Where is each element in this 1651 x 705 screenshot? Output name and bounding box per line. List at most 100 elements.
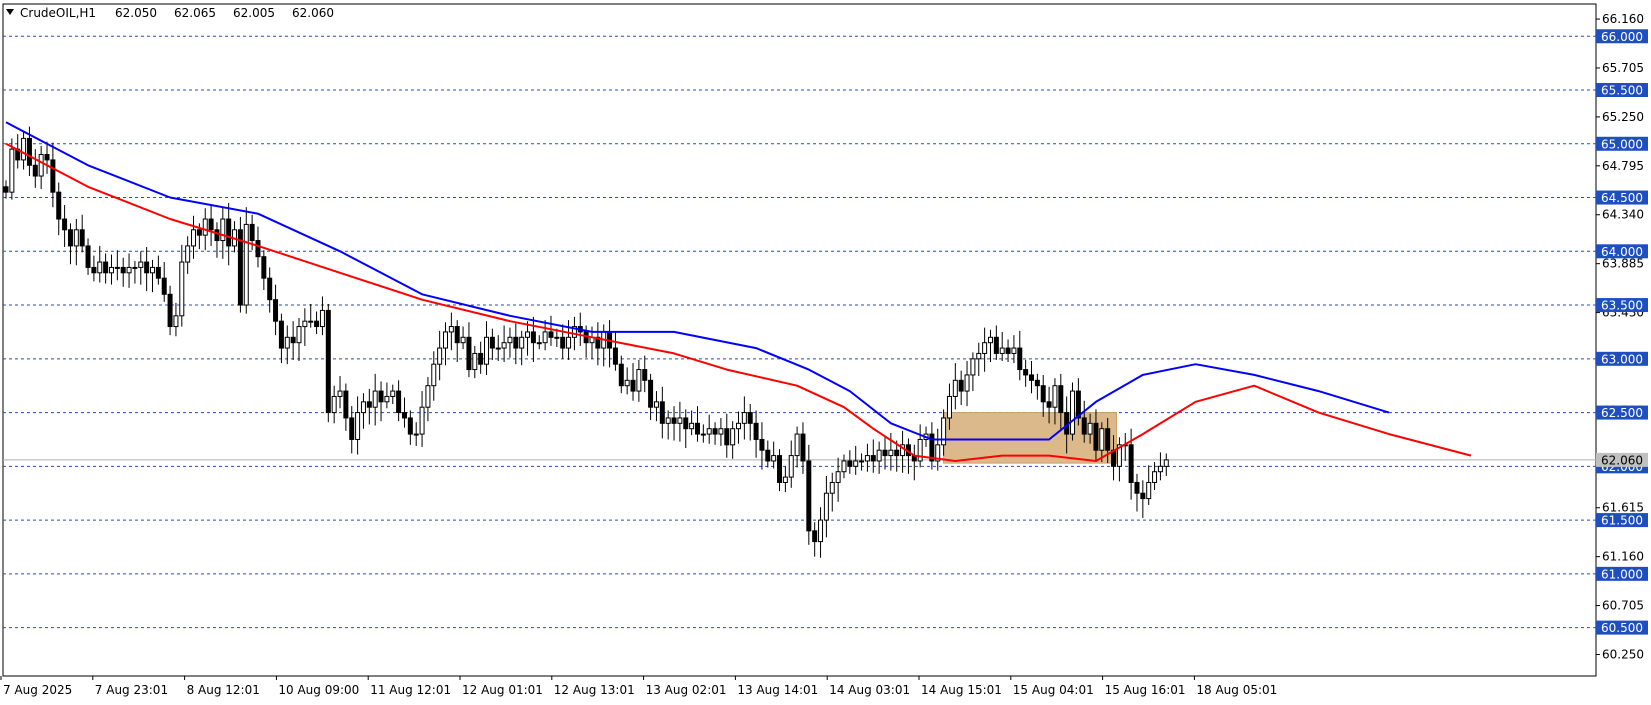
bull-candle-body (284, 336, 290, 349)
time-axis: 7 Aug 2025 7 Aug 23:01 8 Aug 12:01 10 Aug 0… (0, 676, 1277, 697)
bull-candle-body (108, 266, 114, 274)
bull-candle-body (472, 352, 478, 371)
bear-candle-body (466, 336, 472, 371)
bull-candle-body (829, 481, 835, 494)
bear-candle-body (548, 331, 554, 338)
bear-candle-body (407, 417, 413, 435)
bear-candle-body (1046, 401, 1052, 408)
bear-candle-body (1029, 374, 1034, 381)
x-tick-label: 18 Aug 05:01 (1196, 683, 1277, 697)
bull-candle-body (360, 401, 366, 414)
bull-candle-body (741, 412, 747, 424)
bear-candle-body (1017, 347, 1023, 371)
bear-candle-body (214, 229, 220, 242)
bear-candle-body (366, 401, 372, 408)
ohlc-open: 62.050 (115, 6, 157, 20)
bear-candle-body (167, 293, 173, 328)
y-tick-label: 66.160 (1602, 12, 1644, 26)
bull-candle-body (835, 471, 841, 483)
bull-candle-body (73, 229, 79, 247)
bull-candle-body (1152, 471, 1158, 483)
level-label-text: 61.000 (1601, 567, 1643, 581)
bear-candle-body (267, 277, 273, 301)
level-price-label: 63.000 (1596, 351, 1648, 366)
bull-candle-body (653, 401, 659, 408)
bull-candle-body (970, 358, 976, 376)
bear-candle-body (349, 417, 355, 440)
bear-candle-body (1023, 369, 1029, 376)
bear-candle-body (249, 223, 255, 242)
bear-candle-body (290, 336, 296, 344)
level-price-label: 60.500 (1596, 620, 1648, 635)
bull-candle-body (823, 492, 829, 521)
level-price-label: 66.000 (1596, 29, 1648, 44)
bull-candle-body (1157, 465, 1163, 473)
bull-candle-body (665, 417, 671, 424)
bull-candle-body (460, 336, 466, 344)
bear-candle-body (724, 428, 730, 446)
x-tick-label: 8 Aug 12:01 (187, 683, 260, 697)
bull-candle-body (700, 433, 706, 436)
bull-candle-body (794, 433, 800, 457)
level-price-label: 65.500 (1596, 83, 1648, 98)
bull-candle-body (519, 336, 525, 349)
bull-candle-body (495, 347, 501, 350)
bull-candle-body (114, 266, 120, 269)
bull-candle-body (138, 261, 144, 268)
bear-candle-body (50, 159, 56, 193)
bull-candle-body (243, 223, 249, 306)
bull-candle-body (507, 336, 513, 344)
level-label-text: 62.500 (1601, 406, 1643, 420)
ohlc-close: 62.060 (292, 6, 334, 20)
level-label-text: 63.000 (1601, 352, 1643, 366)
bear-candle-body (155, 266, 161, 279)
bull-candle-body (1146, 481, 1152, 500)
bear-candle-body (812, 530, 818, 543)
level-price-label: 61.000 (1596, 566, 1648, 581)
bull-candle-body (38, 154, 44, 177)
level-price-label: 64.500 (1596, 190, 1648, 205)
bull-candle-body (425, 385, 431, 408)
bear-candle-body (85, 245, 91, 268)
bull-candle-body (1099, 428, 1105, 451)
bull-candle-body (964, 374, 970, 392)
bear-candle-body (79, 229, 85, 247)
bull-candle-body (9, 148, 15, 193)
bear-candle-body (196, 229, 202, 236)
bull-candle-body (952, 379, 958, 397)
bear-candle-body (894, 449, 900, 457)
bear-candle-body (958, 379, 964, 392)
bear-candle-body (396, 390, 402, 414)
bull-candle-body (413, 433, 419, 436)
bear-candle-body (747, 412, 753, 424)
bull-candle-body (982, 342, 988, 354)
bull-candle-body (331, 395, 337, 414)
bull-candle-body (202, 218, 208, 236)
bull-candle-body (302, 320, 308, 328)
bear-candle-body (659, 401, 665, 424)
bear-candle-body (882, 449, 888, 457)
bear-candle-body (26, 137, 32, 166)
bull-candle-body (1011, 347, 1017, 354)
x-tick-label: 13 Aug 02:01 (646, 683, 727, 697)
bull-candle-body (636, 369, 642, 392)
bull-candle-body (853, 460, 859, 467)
level-price-label: 63.500 (1596, 298, 1648, 313)
bear-candle-body (648, 379, 654, 408)
bull-candle-body (384, 395, 390, 403)
bear-candle-body (993, 336, 999, 354)
x-tick-label: 7 Aug 23:01 (95, 683, 168, 697)
ohlc-high: 62.065 (174, 6, 216, 20)
bear-candle-body (765, 449, 771, 462)
ohlc-low: 62.005 (233, 6, 275, 20)
level-label-text: 65.000 (1601, 137, 1643, 151)
symbol-title: CrudeOIL,H1 (20, 6, 96, 20)
bear-candle-body (671, 417, 677, 424)
bull-candle-body (484, 336, 490, 365)
bear-candle-body (44, 154, 50, 161)
bear-candle-body (325, 309, 331, 414)
y-tick-label: 65.250 (1602, 110, 1644, 124)
bull-candle-body (185, 245, 191, 263)
bear-candle-body (454, 326, 460, 344)
bear-candle-body (694, 422, 700, 435)
